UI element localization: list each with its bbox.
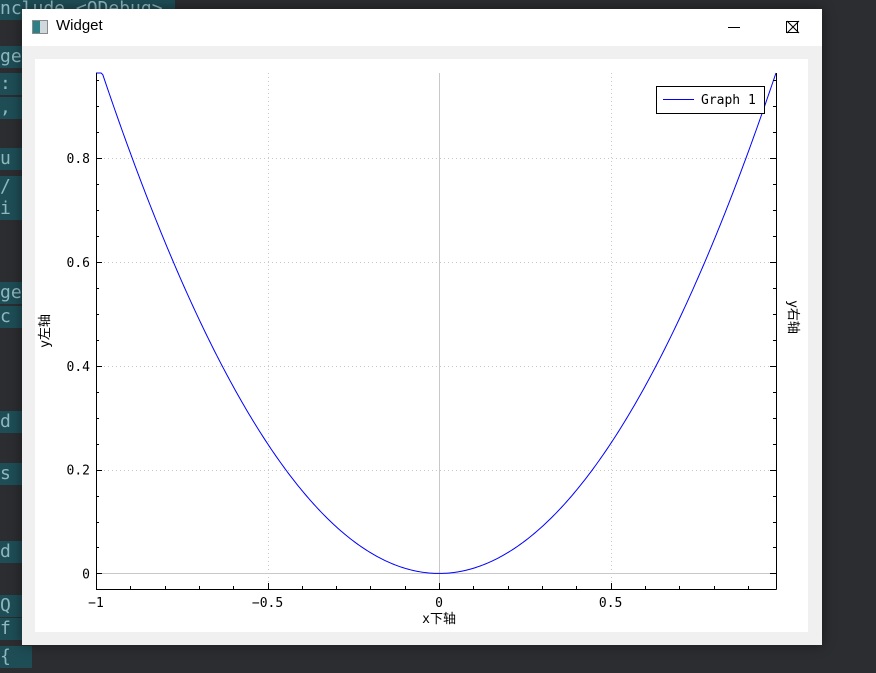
y-tick-label: 0.8 — [67, 152, 90, 167]
plot-widget[interactable]: −1 −0.5 0 0.5 0 0.2 0.4 0.6 0.8 x下轴 y左轴 y右轴 Grap… — [35, 59, 808, 632]
x-axis-label: x下轴 — [422, 612, 456, 627]
x-tick-label: −1 — [88, 596, 104, 611]
window-title: Widget — [56, 17, 103, 34]
series-line-graph-1 — [96, 72, 777, 574]
minimize-icon — [728, 27, 740, 28]
y-tick-label: 0.6 — [67, 256, 90, 271]
minimize-button[interactable] — [705, 9, 763, 46]
close-button[interactable] — [764, 9, 822, 46]
legend[interactable]: Graph 1 — [656, 86, 765, 114]
ticks: −1 −0.5 0 0.5 0 0.2 0.4 0.6 0.8 — [67, 80, 776, 611]
x-tick-label: 0.5 — [599, 596, 622, 611]
x-tick-label: −0.5 — [252, 596, 283, 611]
title-bar[interactable]: Widget — [22, 9, 822, 46]
x-tick-label: 0 — [435, 596, 443, 611]
legend-label-graph-1: Graph 1 — [701, 93, 756, 108]
y-left-axis-label: y左轴 — [38, 314, 53, 348]
chart-svg: −1 −0.5 0 0.5 0 0.2 0.4 0.6 0.8 x下轴 y左轴 y右轴 Grap… — [38, 72, 800, 627]
y-tick-label: 0 — [82, 567, 90, 582]
widget-window: Widget −1 −0.5 0 0.5 0 0.2 0.4 0.6 0.8 x下轴 y左轴 y… — [22, 9, 822, 645]
axes — [96, 73, 777, 590]
qt-window-icon — [32, 20, 48, 34]
close-icon — [786, 20, 800, 34]
background-code-line: { — [0, 646, 32, 668]
y-right-axis-label: y右轴 — [785, 300, 800, 334]
series-layer — [96, 72, 777, 574]
y-tick-label: 0.4 — [67, 360, 91, 375]
y-tick-label: 0.2 — [67, 464, 90, 479]
